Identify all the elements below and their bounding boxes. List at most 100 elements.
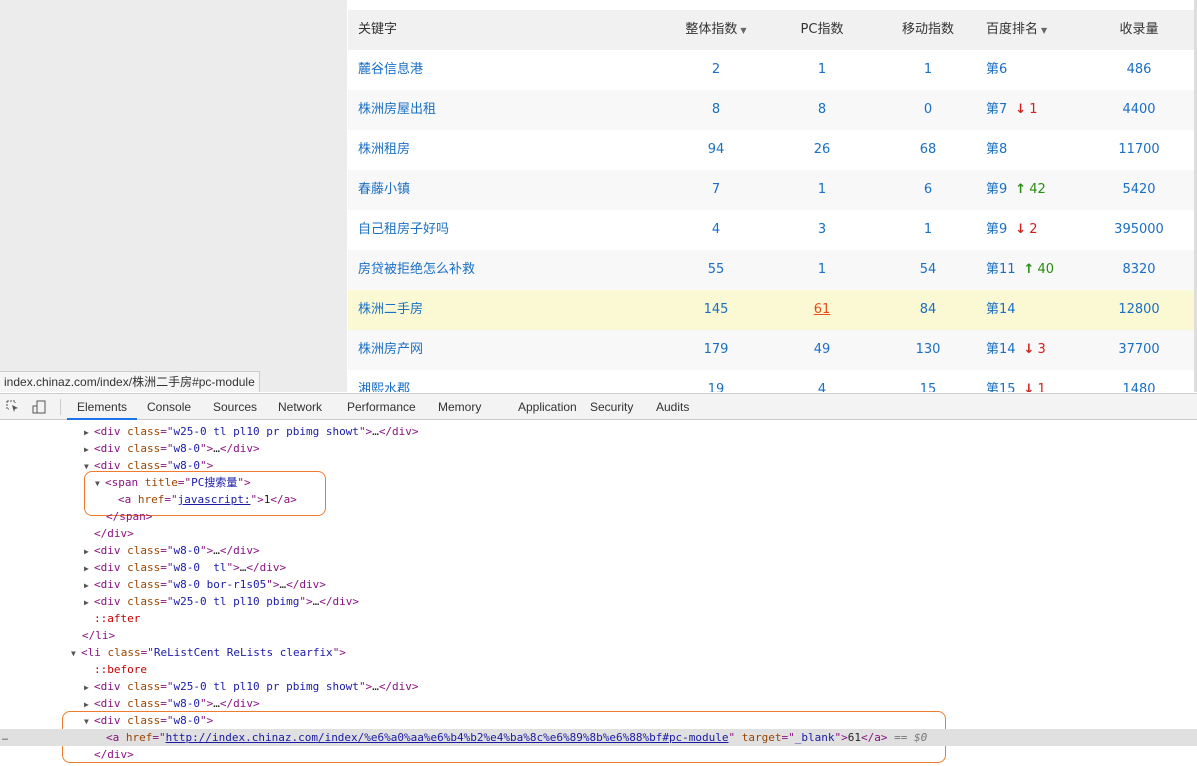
tab-performance[interactable]: Performance: [337, 394, 426, 420]
dom-node-line[interactable]: </span>: [0, 508, 1197, 525]
tab-elements[interactable]: Elements: [67, 394, 138, 420]
tab-audits[interactable]: Audits: [646, 394, 699, 420]
overall-index-link[interactable]: 19: [666, 370, 766, 392]
dom-link[interactable]: http://index.chinaz.com/index/%e6%a0%aa%…: [166, 731, 729, 744]
collapse-triangle-icon[interactable]: ▼: [84, 713, 94, 730]
dom-node-line[interactable]: <a href="javascript:">1</a>: [0, 491, 1197, 508]
collapse-triangle-icon[interactable]: ▼: [84, 458, 94, 475]
expand-triangle-icon[interactable]: ▶: [84, 679, 94, 696]
rank-value: 第14: [986, 342, 1016, 357]
mobile-index-link[interactable]: 15: [878, 370, 978, 392]
overall-index-link[interactable]: 7: [666, 170, 766, 210]
mobile-index-link[interactable]: 130: [878, 330, 978, 370]
overall-index-link[interactable]: 8: [666, 90, 766, 130]
dom-node-line[interactable]: ▶ <div class="w8-0">…</div>: [0, 440, 1197, 457]
mobile-index-link[interactable]: 1: [878, 50, 978, 90]
dom-token: <a: [106, 731, 126, 744]
pc-index-link[interactable]: 1: [772, 250, 872, 290]
keyword-link[interactable]: 株洲房屋出租: [358, 90, 436, 130]
overall-index-link[interactable]: 2: [666, 50, 766, 90]
tab-sources[interactable]: Sources: [203, 394, 267, 420]
expand-triangle-icon[interactable]: ▶: [84, 543, 94, 560]
node-menu-dots[interactable]: …: [2, 729, 8, 746]
indexed-count-link[interactable]: 12800: [1089, 290, 1189, 330]
mobile-index-link[interactable]: 84: [878, 290, 978, 330]
keyword-link[interactable]: 自己租房子好吗: [358, 210, 449, 250]
tab-console[interactable]: Console: [137, 394, 201, 420]
overall-index-link[interactable]: 179: [666, 330, 766, 370]
dom-node-line[interactable]: ▼ <div class="w8-0">: [0, 457, 1197, 474]
expand-triangle-icon[interactable]: ▶: [84, 594, 94, 611]
keyword-link[interactable]: 株洲租房: [358, 130, 410, 170]
overall-index-link[interactable]: 145: [666, 290, 766, 330]
tab-application[interactable]: Application: [508, 394, 587, 420]
tab-network[interactable]: Network: [268, 394, 332, 420]
pc-index-link[interactable]: 4: [772, 370, 872, 392]
overall-index-link[interactable]: 94: [666, 130, 766, 170]
collapse-triangle-icon[interactable]: ▼: [95, 475, 105, 492]
dom-node-line[interactable]: ▼ <li class="ReListCent ReLists clearfix"…: [0, 644, 1197, 661]
mobile-index-link[interactable]: 54: [878, 250, 978, 290]
indexed-count-link[interactable]: 1480: [1089, 370, 1189, 392]
indexed-count-link[interactable]: 11700: [1089, 130, 1189, 170]
indexed-count-link[interactable]: 395000: [1089, 210, 1189, 250]
dom-node-line[interactable]: ▶ <div class="w8-0">…</div>: [0, 542, 1197, 559]
mobile-index-link[interactable]: 0: [878, 90, 978, 130]
indexed-count-link[interactable]: 37700: [1089, 330, 1189, 370]
dom-node-line[interactable]: </div>: [0, 525, 1197, 542]
dom-node-line[interactable]: ▶ <div class="w8-0">…</div>: [0, 695, 1197, 712]
expand-triangle-icon[interactable]: ▶: [84, 441, 94, 458]
dom-token: ::after: [94, 612, 141, 625]
pc-index-link[interactable]: 49: [772, 330, 872, 370]
dom-node-line[interactable]: … <a href="http://index.chinaz.com/index/…: [0, 729, 1197, 746]
header-overall-index[interactable]: 整体指数 ▼: [666, 10, 766, 51]
mobile-index-link[interactable]: 6: [878, 170, 978, 210]
expand-triangle-icon[interactable]: ▶: [84, 696, 94, 713]
pc-index-link[interactable]: 1: [772, 50, 872, 90]
mobile-index-link[interactable]: 1: [878, 210, 978, 250]
indexed-count-link[interactable]: 4400: [1089, 90, 1189, 130]
dom-node-line[interactable]: ▶ <div class="w8-0 tl">…</div>: [0, 559, 1197, 576]
pc-index-link[interactable]: 61: [772, 290, 872, 330]
pc-index-link[interactable]: 1: [772, 170, 872, 210]
tab-security[interactable]: Security: [580, 394, 643, 420]
overall-index-link[interactable]: 55: [666, 250, 766, 290]
expand-triangle-icon[interactable]: ▶: [84, 424, 94, 441]
dom-node-line[interactable]: ▶ <div class="w8-0 bor-r1s05">…</div>: [0, 576, 1197, 593]
dom-node-line[interactable]: ::before: [0, 661, 1197, 678]
keyword-link[interactable]: 麓谷信息港: [358, 50, 423, 90]
dom-token: ReListCent ReLists clearfix: [153, 646, 333, 659]
indexed-count-link[interactable]: 5420: [1089, 170, 1189, 210]
keyword-link[interactable]: 株洲二手房: [358, 290, 423, 330]
pc-index-link[interactable]: 3: [772, 210, 872, 250]
keyword-link[interactable]: 湘熙水郡: [358, 370, 410, 392]
dom-node-line[interactable]: </li>: [0, 627, 1197, 644]
device-toolbar-icon[interactable]: [32, 400, 46, 414]
dom-node-line[interactable]: ▼ <div class="w8-0">: [0, 712, 1197, 729]
pc-index-link[interactable]: 8: [772, 90, 872, 130]
inspect-element-icon[interactable]: [6, 400, 20, 414]
indexed-count-link[interactable]: 8320: [1089, 250, 1189, 290]
mobile-index-link[interactable]: 68: [878, 130, 978, 170]
expand-triangle-icon[interactable]: ▶: [84, 577, 94, 594]
tab-memory[interactable]: Memory: [428, 394, 491, 420]
dom-node-line[interactable]: ▶ <div class="w25-0 tl pl10 pr pbimg show…: [0, 423, 1197, 440]
indexed-count-link[interactable]: 486: [1089, 50, 1189, 90]
dom-token: href: [137, 493, 165, 506]
dom-node-line[interactable]: ▶ <div class="w25-0 tl pl10 pr pbimg show…: [0, 678, 1197, 695]
keyword-link[interactable]: 春藤小镇: [358, 170, 410, 210]
overall-index-link[interactable]: 4: [666, 210, 766, 250]
expand-triangle-icon[interactable]: ▶: [84, 560, 94, 577]
pc-index-link[interactable]: 26: [772, 130, 872, 170]
dom-node-line[interactable]: </div>: [0, 746, 1197, 763]
dom-node-line[interactable]: ::after: [0, 610, 1197, 627]
dom-node-line[interactable]: ▼ <span title="PC搜索量">: [0, 474, 1197, 491]
keyword-link[interactable]: 房贷被拒绝怎么补救: [358, 250, 475, 290]
collapse-triangle-icon[interactable]: ▼: [71, 645, 81, 662]
keyword-table: 关键字 整体指数 ▼ PC指数 移动指数 百度排名 ▼ 收录量 麓谷信息港 2 1 …: [348, 10, 1195, 392]
header-baidu-rank[interactable]: 百度排名 ▼: [986, 10, 1047, 51]
dom-token: title: [144, 476, 178, 489]
dom-link[interactable]: javascript:: [178, 493, 251, 506]
keyword-link[interactable]: 株洲房产网: [358, 330, 423, 370]
dom-node-line[interactable]: ▶ <div class="w25-0 tl pl10 pbimg">…</div…: [0, 593, 1197, 610]
